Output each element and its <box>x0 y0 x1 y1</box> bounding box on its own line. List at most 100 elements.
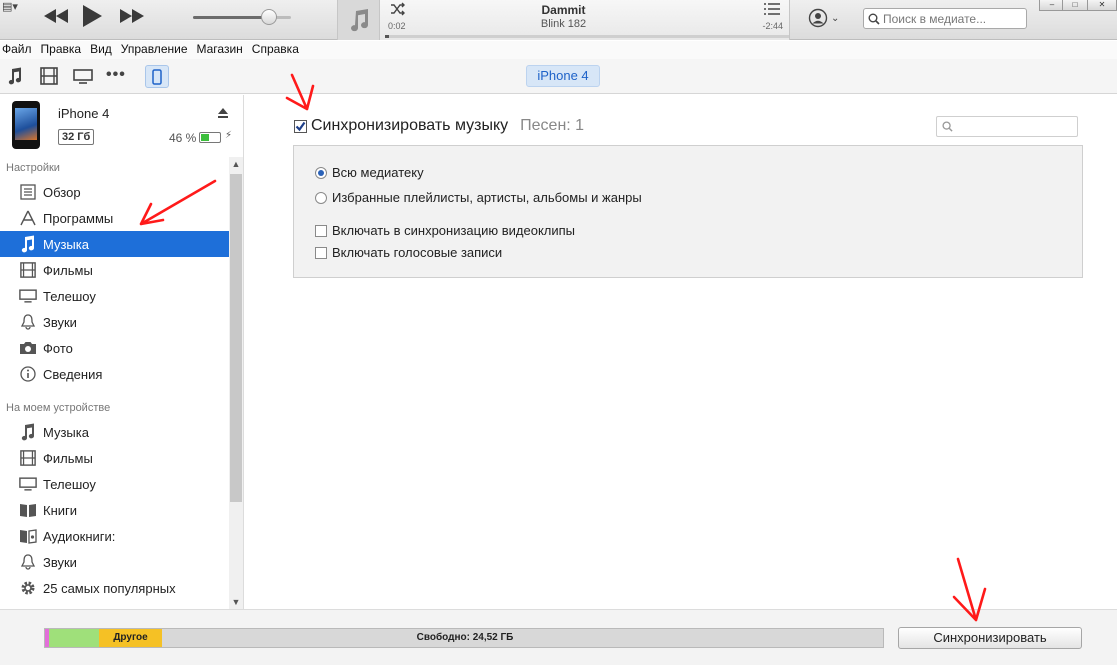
checkbox-include-videos[interactable] <box>315 224 327 237</box>
volume-fill <box>193 16 270 19</box>
sidebar-item-movies[interactable]: Фильмы <box>0 257 229 283</box>
time-elapsed: 0:02 <box>388 21 406 31</box>
window-menu-icon[interactable]: ▤▾ <box>2 0 18 13</box>
music-note-icon[interactable] <box>7 67 23 88</box>
sidebar-item-label: Звуки <box>43 554 77 570</box>
music-note-icon <box>17 422 39 442</box>
previous-track-button[interactable] <box>42 6 70 29</box>
option-selected-items[interactable]: Избранные плейлисты, артисты, альбомы и … <box>315 190 642 205</box>
sidebar-item-label: Фильмы <box>43 450 93 466</box>
more-icon[interactable]: ••• <box>106 66 126 84</box>
sidebar-scrollbar[interactable]: ▲ ▼ <box>229 157 243 609</box>
sidebar-item-label: Фильмы <box>43 262 93 278</box>
sidebar-item-device-music[interactable]: Музыка <box>0 419 229 445</box>
eject-icon[interactable] <box>217 107 229 122</box>
battery-icon <box>199 132 221 143</box>
scroll-down-icon[interactable]: ▼ <box>229 597 243 607</box>
sidebar-item-label: Фото <box>43 340 73 356</box>
search-input[interactable] <box>883 11 1023 26</box>
sync-music-label[interactable]: Синхронизировать музыку <box>311 117 508 135</box>
radio-entire-library[interactable] <box>315 166 327 179</box>
sidebar-item-label: 25 самых популярных <box>43 580 176 596</box>
device-header[interactable]: iPhone 4 32 Гб 46 % ⚡ <box>0 95 243 155</box>
option-label: Всю медиатеку <box>332 165 424 180</box>
sidebar-item-top-25[interactable]: 25 самых популярных <box>0 575 229 601</box>
menu-help[interactable]: Справка <box>250 41 306 59</box>
menu-controls[interactable]: Управление <box>119 41 195 59</box>
sidebar-item-label: Сведения <box>43 366 103 382</box>
sidebar-item-device-tv-shows[interactable]: Телешоу <box>0 471 229 497</box>
music-filter-field[interactable] <box>936 116 1078 137</box>
sidebar-item-device-tones[interactable]: Звуки <box>0 549 229 575</box>
iphone-icon[interactable] <box>145 65 169 88</box>
volume-knob[interactable] <box>261 9 278 25</box>
storage-capacity-bar: Другое Свободно: 24,52 ГБ <box>44 628 884 648</box>
free-space-label: Свободно: 24,52 ГБ <box>416 632 514 643</box>
sync-music-checkbox[interactable] <box>294 119 307 133</box>
sidebar-item-summary[interactable]: Обзор <box>0 179 229 205</box>
sidebar-item-apps[interactable]: Программы <box>0 205 229 231</box>
sidebar-item-music[interactable]: Музыка <box>0 231 229 257</box>
sidebar-item-label: Программы <box>43 210 114 226</box>
sidebar-item-tones[interactable]: Звуки <box>0 309 229 335</box>
playback-progress[interactable] <box>385 35 789 38</box>
radio-selected-items[interactable] <box>315 191 327 204</box>
sidebar-item-label: Музыка <box>43 236 89 252</box>
menu-view[interactable]: Вид <box>88 41 119 59</box>
music-note-icon <box>17 234 39 254</box>
storage-segment-free: Свободно: 24,52 ГБ <box>162 629 883 647</box>
account-button[interactable]: ⌄ <box>808 8 839 28</box>
option-include-voice-memos[interactable]: Включать голосовые записи <box>315 245 502 260</box>
menu-file[interactable]: Файл <box>0 41 39 59</box>
battery-percent: 46 % <box>169 131 197 145</box>
menu-store[interactable]: Магазин <box>195 41 250 59</box>
time-remaining: -2:44 <box>762 21 783 31</box>
song-artist: Blink 182 <box>540 18 587 30</box>
option-label: Избранные плейлисты, артисты, альбомы и … <box>332 190 642 205</box>
scrollbar-thumb[interactable] <box>230 174 242 502</box>
user-icon <box>808 8 828 28</box>
close-button[interactable]: ✕ <box>1087 0 1117 11</box>
book-icon <box>17 500 39 520</box>
sidebar-item-tv-shows[interactable]: Телешоу <box>0 283 229 309</box>
sidebar-item-device-audiobooks[interactable]: Аудиокниги: <box>0 523 229 549</box>
battery-fill <box>201 134 210 141</box>
chevron-down-icon: ⌄ <box>831 12 840 24</box>
sidebar-item-label: Книги <box>43 502 78 518</box>
player-toolbar: ▤▾ Dammit Blink 182 0:02 -2:44 ⌄ – □ ✕ <box>0 0 1117 40</box>
device-capacity: 32 Гб <box>58 129 95 145</box>
scroll-up-icon[interactable]: ▲ <box>229 159 243 169</box>
film-icon[interactable] <box>40 67 58 88</box>
maximize-button[interactable]: □ <box>1062 0 1088 11</box>
film-icon <box>17 260 39 280</box>
media-kind-bar: ••• iPhone 4 <box>0 59 1117 94</box>
option-include-videos[interactable]: Включать в синхронизацию видеоклипы <box>315 223 575 238</box>
audiobook-icon <box>17 526 39 546</box>
search-field[interactable] <box>863 8 1027 29</box>
next-track-button[interactable] <box>118 6 146 29</box>
sidebar-item-label: Музыка <box>43 424 89 440</box>
sync-button[interactable]: Синхронизировать <box>898 627 1082 649</box>
sidebar-item-label: Обзор <box>43 184 81 200</box>
option-label: Включать голосовые записи <box>332 245 503 260</box>
gear-icon <box>17 578 39 598</box>
sidebar-item-device-movies[interactable]: Фильмы <box>0 445 229 471</box>
play-button[interactable] <box>80 3 104 32</box>
checkbox-include-voice-memos[interactable] <box>315 246 327 259</box>
sidebar-item-info[interactable]: Сведения <box>0 361 229 387</box>
sidebar-item-photos[interactable]: Фото <box>0 335 229 361</box>
info-icon <box>17 364 39 384</box>
film-icon <box>17 448 39 468</box>
bell-icon <box>17 552 39 572</box>
up-next-list-icon[interactable] <box>763 2 781 19</box>
sidebar-item-device-books[interactable]: Книги <box>0 497 229 523</box>
storage-bar-area: Другое Свободно: 24,52 ГБ Синхронизирова… <box>0 609 1117 665</box>
menu-edit[interactable]: Правка <box>39 41 89 59</box>
song-title: Dammit <box>541 3 586 17</box>
sidebar-item-label: Телешоу <box>43 476 96 492</box>
settings-section-label: Настройки <box>6 162 60 174</box>
tv-icon[interactable] <box>73 69 93 87</box>
option-entire-library[interactable]: Всю медиатеку <box>315 165 424 180</box>
device-tab[interactable]: iPhone 4 <box>526 65 600 87</box>
sidebar-item-label: Телешоу <box>43 288 96 304</box>
